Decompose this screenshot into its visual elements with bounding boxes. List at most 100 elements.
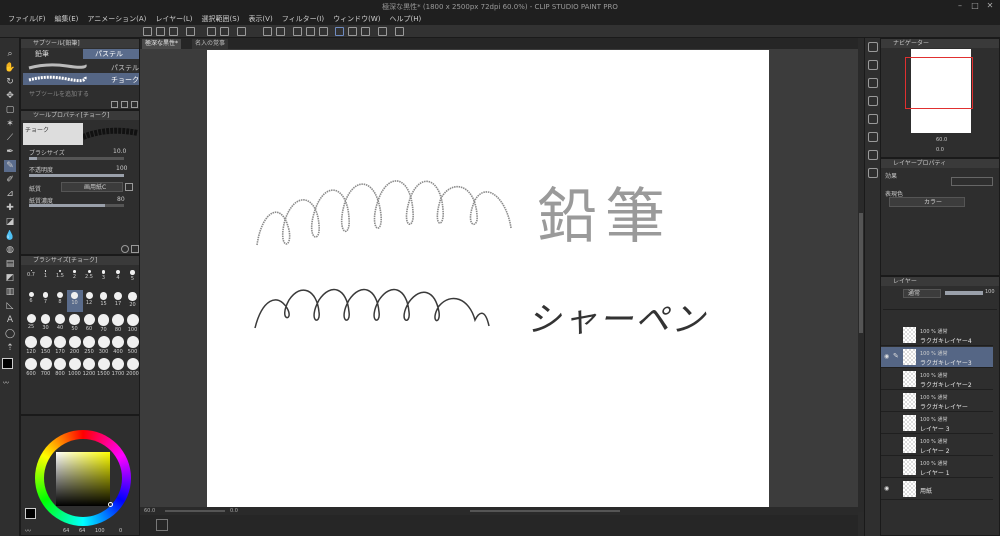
brush-size-option[interactable]: 500 [125,334,141,356]
save-icon[interactable] [169,27,178,36]
layer-opacity-value[interactable]: 100 [985,289,995,295]
menu-window[interactable]: ウィンドウ(W) [333,14,380,24]
timeline-icon[interactable] [156,519,168,531]
transparent-color-icon[interactable]: 〰 [3,378,9,387]
ruler-tool-icon[interactable]: ◺ [4,300,16,312]
selection-tool-icon[interactable]: ▢ [4,104,16,116]
layer-row[interactable]: 100 % 通常 レイヤー 1 [881,457,993,478]
decoration-tool-icon[interactable]: ✚ [4,202,16,214]
eyedropper-icon[interactable]: ⟋ [4,132,16,144]
gradient-tool-icon[interactable]: ▤ [4,258,16,270]
ruler-icon[interactable] [378,27,387,36]
fill-icon[interactable] [263,27,272,36]
texture-density-slider[interactable] [29,204,124,207]
status-angle[interactable]: 0.0 [230,508,238,514]
navigator-angle[interactable]: 0.0 [936,147,944,153]
new-file-icon[interactable] [143,27,152,36]
status-zoom[interactable]: 60.0 [144,508,155,514]
layer-row[interactable]: 100 % 通常 ラクガキレイヤー2 [881,369,993,390]
correct-line-tool-icon[interactable]: ⇡ [4,342,16,354]
texture-select[interactable]: 画用紙C [61,182,123,192]
brush-size-option[interactable]: 20 [125,290,141,312]
magic-wand-icon[interactable]: ✶ [4,118,16,130]
navigator-icon[interactable] [868,42,878,52]
layer-visibility-icon[interactable]: ◉ [884,485,889,492]
deselect-icon[interactable] [293,27,302,36]
zoom-tool-icon[interactable]: ⌕ [4,48,16,60]
tab-canvas-active[interactable]: 極深な黒性* [142,39,182,49]
navigator-thumbnail[interactable] [905,49,973,133]
subtool-tab-pastel[interactable]: パステル [83,49,139,59]
layer-visibility-icon[interactable]: ◉ [884,353,889,360]
color-v-value[interactable]: 100 [95,528,105,534]
expression-select[interactable]: カラー [889,197,965,207]
status-zoom-slider[interactable] [165,510,225,512]
undo-icon[interactable] [207,27,216,36]
minimize-icon[interactable]: – [955,1,965,10]
effect-buttons[interactable] [951,177,993,186]
layer-row[interactable]: 100 % 通常 レイヤー 2 [881,435,993,456]
blend-mode-select[interactable]: 通常 [903,289,941,298]
color-main-swatch[interactable] [25,508,36,519]
history-icon[interactable] [868,96,878,106]
color-set-icon[interactable] [868,168,878,178]
open-file-icon[interactable] [156,27,165,36]
layer-row[interactable]: 100 % 通常 ラクガキレイヤー [881,391,993,412]
scroll-thumb[interactable] [859,213,863,333]
invert-selection-icon[interactable] [306,27,315,36]
navigator-zoom[interactable]: 60.0 [936,137,947,143]
subtool-item-pastel[interactable]: パステル [23,61,139,72]
snap-grid-icon[interactable] [361,27,370,36]
info-icon[interactable] [868,78,878,88]
color-s-value[interactable]: 64 [79,528,85,534]
pen-tool-icon[interactable]: ✒ [4,146,16,158]
menu-filter[interactable]: フィルター(I) [282,14,324,24]
subtool-item-chalk[interactable]: チョーク [23,73,139,85]
tool-reset-icon[interactable] [131,245,139,253]
subtool-settings-icon[interactable] [111,101,118,108]
menu-selection[interactable]: 選択範囲(S) [202,14,240,24]
color-picker-handle[interactable] [108,502,113,507]
loading-icon[interactable] [237,27,246,36]
layer-row[interactable]: ◉ ✎ 100 % 通常 ラクガキレイヤー3 [881,347,993,368]
brush-size-option[interactable]: 100 [125,312,141,334]
tab-canvas-other[interactable]: 名入の覚事 [192,39,229,49]
menu-layer[interactable]: レイヤー(L) [155,14,192,24]
brush-size-slider[interactable] [29,157,124,160]
opacity-slider[interactable] [29,174,124,177]
blend-tool-icon[interactable]: 💧 [4,230,16,242]
layer-opacity-slider[interactable] [945,291,983,295]
menu-animation[interactable]: アニメーション(A) [87,14,146,24]
close-icon[interactable]: ✕ [985,1,995,10]
navigator-viewport-frame[interactable] [905,57,973,109]
layer-row[interactable]: 100 % 通常 ラクガキレイヤー4 [881,325,993,346]
frame-tool-icon[interactable]: ▥ [4,286,16,298]
figure-tool-icon[interactable]: ◩ [4,272,16,284]
menu-help[interactable]: ヘルプ(H) [389,14,421,24]
eraser-tool-icon[interactable]: ◪ [4,216,16,228]
auto-action-icon[interactable] [868,114,878,124]
menu-view[interactable]: 表示(V) [248,14,272,24]
menu-file[interactable]: ファイル(F) [8,14,46,24]
transform-icon[interactable] [276,27,285,36]
saturation-value-square[interactable] [56,452,110,506]
redo-icon[interactable] [220,27,229,36]
text-tool-icon[interactable]: A [4,314,16,326]
brush-size-option[interactable]: 5 [125,268,141,290]
airbrush-tool-icon[interactable]: ⊿ [4,188,16,200]
fill-tool-icon[interactable]: ◍ [4,244,16,256]
sub-view-icon[interactable] [868,60,878,70]
move-tool-icon[interactable]: ✥ [4,90,16,102]
subtool-tab-pencil[interactable]: 鉛筆 [23,49,81,59]
tool-settings-icon[interactable] [121,245,129,253]
menu-edit[interactable]: 編集(E) [55,14,79,24]
brush-size-option[interactable]: 2000 [125,356,141,378]
snap-special-ruler-icon[interactable] [348,27,357,36]
print-icon[interactable] [186,27,195,36]
texture-delete-icon[interactable] [125,183,133,191]
hand-tool-icon[interactable]: ✋ [4,62,16,74]
canvas-paper[interactable]: 鉛筆 シャーペン [207,50,769,508]
main-color-swatch[interactable] [2,358,13,369]
texture-density-value[interactable]: 80 [117,196,125,203]
layer-search-icon[interactable] [868,150,878,160]
